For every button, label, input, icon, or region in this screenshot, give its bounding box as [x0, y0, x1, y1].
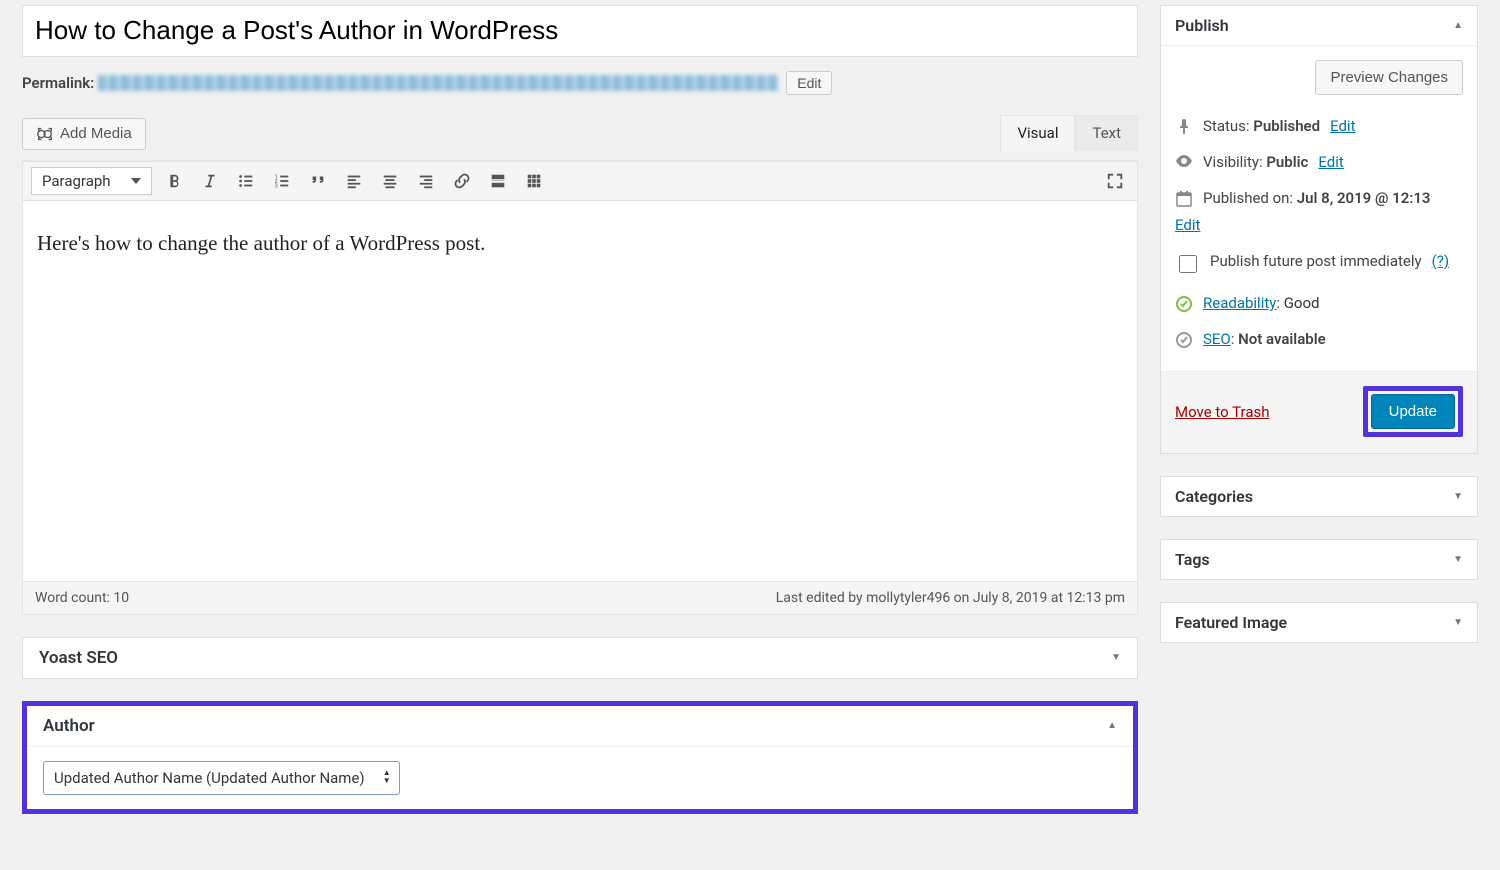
editor-content[interactable]: Here's how to change the author of a Wor… — [23, 201, 1137, 581]
visibility-edit-link[interactable]: Edit — [1318, 153, 1343, 171]
italic-icon — [201, 172, 219, 190]
format-select-label: Paragraph — [42, 172, 111, 190]
published-text: Published on: Jul 8, 2019 @ 12:13 — [1203, 189, 1431, 207]
eye-icon — [1175, 153, 1193, 167]
author-panel-title: Author — [43, 716, 95, 736]
readability-text: Readability: Good — [1203, 294, 1320, 312]
author-select[interactable]: Updated Author Name (Updated Author Name… — [43, 761, 400, 795]
editor-toolbar: Paragraph 123 — [23, 161, 1137, 201]
readmore-button[interactable] — [484, 167, 512, 195]
status-text: Status: Published — [1203, 117, 1320, 135]
chevron-up-icon: ▲ — [1453, 20, 1463, 31]
seo-link[interactable]: SEO — [1203, 330, 1231, 348]
tags-title: Tags — [1175, 550, 1210, 569]
publish-title: Publish — [1175, 16, 1229, 35]
permalink-blurred — [98, 75, 778, 91]
align-left-button[interactable] — [340, 167, 368, 195]
yoast-seo-panel-header[interactable]: Yoast SEO ▼ — [23, 638, 1137, 678]
chevron-down-icon: ▼ — [1453, 491, 1463, 502]
author-panel-header[interactable]: Author ▲ — [27, 706, 1133, 747]
yoast-seo-title: Yoast SEO — [39, 648, 118, 668]
numbered-list-icon: 123 — [273, 172, 291, 190]
italic-button[interactable] — [196, 167, 224, 195]
toolbar-toggle-button[interactable] — [520, 167, 548, 195]
update-button[interactable]: Update — [1371, 394, 1455, 429]
publish-panel-header[interactable]: Publish ▲ — [1161, 6, 1477, 46]
post-title-input[interactable] — [22, 5, 1138, 57]
chevron-down-icon: ▼ — [1111, 652, 1121, 663]
tab-visual[interactable]: Visual — [1000, 115, 1075, 151]
permalink-label: Permalink: — [22, 74, 94, 92]
quote-icon — [309, 172, 327, 190]
toolbar-toggle-icon — [525, 172, 543, 190]
align-right-button[interactable] — [412, 167, 440, 195]
readmore-icon — [489, 172, 507, 190]
categories-title: Categories — [1175, 487, 1253, 506]
featured-image-title: Featured Image — [1175, 613, 1287, 632]
select-chevrons-icon: ▲▼ — [383, 769, 391, 785]
permalink-edit-button[interactable]: Edit — [786, 71, 832, 95]
tab-text[interactable]: Text — [1075, 115, 1138, 151]
bold-icon — [165, 172, 183, 190]
numbered-list-button[interactable]: 123 — [268, 167, 296, 195]
author-select-value: Updated Author Name (Updated Author Name… — [54, 769, 365, 787]
readability-link[interactable]: Readability — [1203, 294, 1276, 312]
link-icon — [453, 172, 471, 190]
add-media-label: Add Media — [60, 125, 132, 142]
yoast-readability-icon — [1175, 294, 1193, 312]
bold-button[interactable] — [160, 167, 188, 195]
publish-future-label: Publish future post immediately — [1210, 252, 1422, 270]
word-count: Word count: 10 — [35, 590, 129, 606]
published-edit-link[interactable]: Edit — [1175, 216, 1200, 234]
chevron-up-icon: ▲ — [1107, 720, 1117, 731]
last-edited: Last edited by mollytyler496 on July 8, … — [776, 590, 1125, 606]
svg-text:3: 3 — [274, 183, 277, 189]
fullscreen-icon — [1106, 172, 1124, 190]
seo-text: SEO: Not available — [1203, 330, 1326, 348]
visibility-text: Visibility: Public — [1203, 153, 1308, 171]
align-right-icon — [417, 172, 435, 190]
yoast-seo-icon — [1175, 330, 1193, 348]
format-select[interactable]: Paragraph — [31, 167, 152, 195]
permalink-row: Permalink: Edit — [22, 71, 1138, 95]
calendar-icon — [1175, 189, 1193, 207]
quote-button[interactable] — [304, 167, 332, 195]
move-to-trash-link[interactable]: Move to Trash — [1175, 403, 1269, 421]
chevron-down-icon: ▼ — [1453, 554, 1463, 565]
categories-panel-header[interactable]: Categories ▼ — [1161, 477, 1477, 516]
pin-icon — [1175, 117, 1193, 135]
media-icon — [36, 125, 54, 143]
publish-future-help-link[interactable]: (?) — [1432, 252, 1449, 270]
add-media-button[interactable]: Add Media — [22, 118, 146, 150]
link-button[interactable] — [448, 167, 476, 195]
publish-future-checkbox[interactable] — [1179, 255, 1197, 273]
align-center-button[interactable] — [376, 167, 404, 195]
tags-panel-header[interactable]: Tags ▼ — [1161, 540, 1477, 579]
fullscreen-button[interactable] — [1101, 167, 1129, 195]
bullet-list-icon — [237, 172, 255, 190]
align-center-icon — [381, 172, 399, 190]
chevron-down-icon: ▼ — [1453, 617, 1463, 628]
preview-changes-button[interactable]: Preview Changes — [1315, 60, 1463, 95]
bullet-list-button[interactable] — [232, 167, 260, 195]
featured-image-panel-header[interactable]: Featured Image ▼ — [1161, 603, 1477, 642]
status-edit-link[interactable]: Edit — [1330, 117, 1355, 135]
align-left-icon — [345, 172, 363, 190]
